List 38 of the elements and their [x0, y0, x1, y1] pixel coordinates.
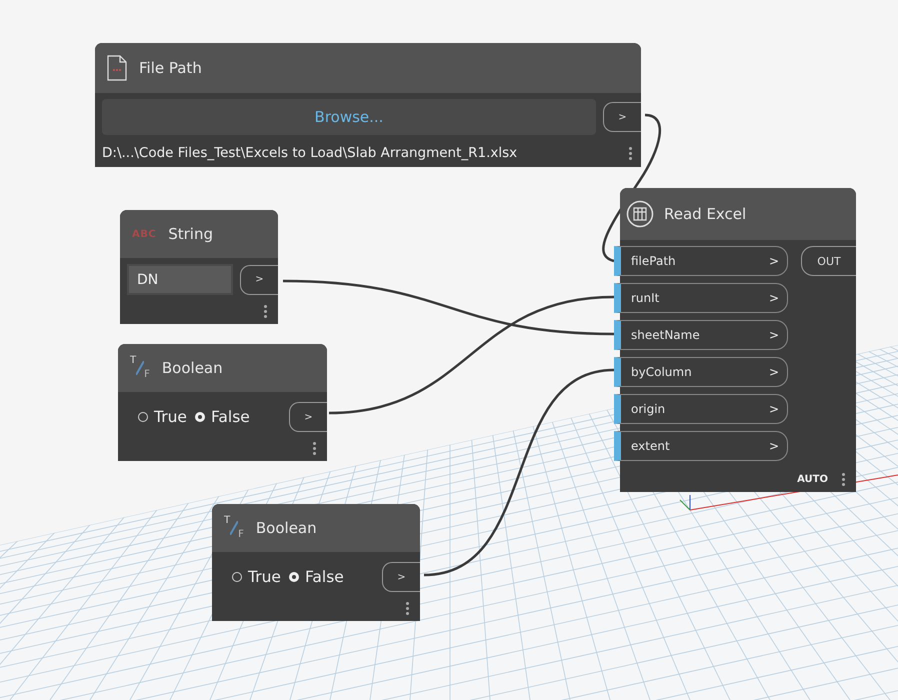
- radio-button[interactable]: [138, 412, 148, 422]
- more-icon[interactable]: [406, 602, 410, 615]
- file-icon: [107, 55, 127, 81]
- input-port[interactable]: origin >: [614, 394, 788, 424]
- input-port[interactable]: byColumn >: [614, 357, 788, 387]
- radio-label: False: [210, 408, 250, 426]
- input-port[interactable]: filePath >: [614, 246, 788, 276]
- output-port[interactable]: >: [382, 562, 420, 592]
- output-port[interactable]: >: [289, 402, 327, 432]
- node-title: String: [168, 225, 213, 243]
- excel-node-icon: [626, 200, 654, 228]
- radio-label: False: [304, 568, 344, 586]
- radio-label: True: [248, 568, 281, 586]
- radio-label: True: [154, 408, 187, 426]
- input-port[interactable]: sheetName >: [614, 320, 788, 350]
- input-port[interactable]: runIt >: [614, 283, 788, 313]
- text-input-field[interactable]: DN: [127, 264, 233, 295]
- node-title: Boolean: [256, 519, 317, 537]
- node-card[interactable]: File Path Browse... > D:\...\Code Files_Test\Excels to Load\Slab Arrangment_R1.xlsx: [95, 43, 641, 167]
- abc-icon: ABC: [132, 228, 156, 240]
- more-icon[interactable]: [264, 305, 268, 318]
- browse-button[interactable]: Browse...: [102, 99, 596, 135]
- output-port[interactable]: OUT: [801, 246, 856, 276]
- node-card[interactable]: T F Boolean True False >: [118, 344, 327, 461]
- run-mode-label: AUTO: [797, 474, 828, 485]
- more-icon[interactable]: [842, 473, 846, 486]
- node-title: File Path: [139, 59, 202, 77]
- node-card[interactable]: ABC String DN >: [120, 210, 278, 324]
- node-card[interactable]: T F Boolean True False >: [212, 504, 420, 621]
- input-port[interactable]: extent >: [614, 431, 788, 461]
- node-title: Boolean: [162, 359, 223, 377]
- node-title: Read Excel: [664, 205, 746, 223]
- file-path-text: D:\...\Code Files_Test\Excels to Load\Slab Arrangment_R1.xlsx: [102, 145, 518, 161]
- radio-button[interactable]: [232, 572, 242, 582]
- more-icon[interactable]: [629, 146, 633, 160]
- output-port[interactable]: >: [603, 102, 641, 132]
- output-port[interactable]: >: [240, 264, 278, 294]
- more-icon[interactable]: [313, 442, 317, 455]
